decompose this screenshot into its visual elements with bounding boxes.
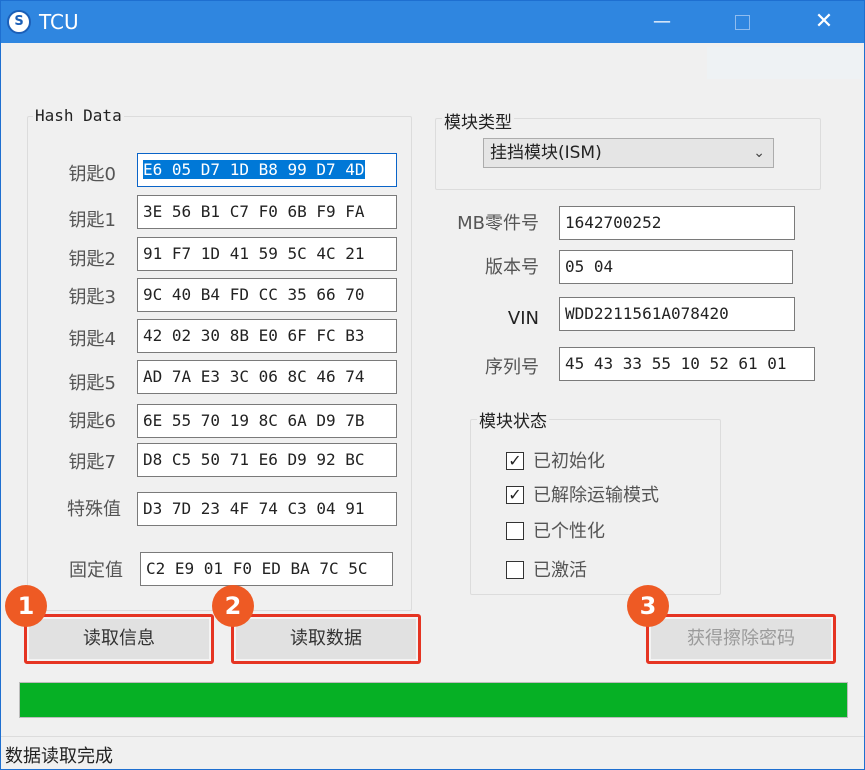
read-info-button[interactable]: 读取信息 [24, 614, 214, 664]
key3-field[interactable]: 9C 40 B4 FD CC 35 66 70 [137, 278, 397, 312]
maximize-button[interactable] [719, 1, 765, 43]
vin-field[interactable]: WDD2211561A078420 [559, 297, 795, 331]
key2-label: 钥匙2 [68, 249, 116, 270]
activated-label: 已激活 [533, 560, 587, 581]
step-2-badge: 2 [212, 585, 254, 627]
key0-label: 钥匙0 [68, 164, 116, 185]
key1-label: 钥匙1 [68, 210, 116, 231]
key1-field[interactable]: 3E 56 B1 C7 F0 6B F9 FA [137, 195, 397, 229]
personalized-label: 已个性化 [533, 521, 605, 542]
activated-checkbox[interactable] [506, 561, 524, 579]
special-value-label: 特殊值 [67, 499, 121, 520]
window-title: TCU [39, 10, 79, 34]
initialized-label: 已初始化 [533, 451, 605, 472]
version-label: 版本号 [485, 257, 539, 278]
step-3-badge: 3 [627, 585, 669, 627]
module-status-title: 模块状态 [477, 407, 549, 432]
hash-data-title: Hash Data [33, 106, 124, 125]
progress-bar [19, 682, 848, 718]
serial-label: 序列号 [485, 357, 539, 378]
get-erase-password-button[interactable]: 获得擦除密码 [646, 614, 836, 664]
key7-label: 钥匙7 [68, 452, 116, 473]
app-window: S TCU — ✕ Hash Data 钥匙0 E6 05 D7 1D B8 9… [0, 0, 865, 770]
key2-field[interactable]: 91 F7 1D 41 59 5C 4C 21 [137, 237, 397, 271]
module-type-title: 模块类型 [442, 108, 514, 133]
status-bar: 数据读取完成 [1, 736, 864, 770]
key4-field[interactable]: 42 02 30 8B E0 6F FC B3 [137, 319, 397, 353]
transport-mode-checkbox[interactable]: ✓ [506, 486, 524, 504]
key4-label: 钥匙4 [68, 329, 116, 350]
key0-field[interactable]: E6 05 D7 1D B8 99 D7 4D [137, 153, 397, 187]
step-1-badge: 1 [5, 585, 47, 627]
watermark [707, 47, 861, 79]
read-data-button[interactable]: 读取数据 [231, 614, 421, 664]
key0-selected-text: E6 05 D7 1D B8 99 D7 4D [143, 160, 365, 179]
minimize-button[interactable]: — [639, 1, 685, 43]
close-button[interactable]: ✕ [801, 1, 847, 43]
key6-label: 钥匙6 [68, 411, 116, 432]
key7-field[interactable]: D8 C5 50 71 E6 D9 92 BC [137, 443, 397, 477]
key6-field[interactable]: 6E 55 70 19 8C 6A D9 7B [137, 404, 397, 438]
status-text: 数据读取完成 [5, 746, 113, 767]
app-logo-icon: S [7, 10, 31, 34]
fixed-value-label: 固定值 [69, 560, 123, 581]
key5-field[interactable]: AD 7A E3 3C 06 8C 46 74 [137, 360, 397, 394]
serial-field[interactable]: 45 43 33 55 10 52 61 01 [559, 347, 815, 381]
key5-label: 钥匙5 [68, 373, 116, 394]
mb-part-label: MB零件号 [457, 213, 539, 234]
version-field[interactable]: 05 04 [559, 250, 793, 284]
transport-mode-label: 已解除运输模式 [533, 485, 659, 506]
chevron-down-icon: ⌄ [753, 145, 765, 161]
title-bar[interactable]: S TCU — ✕ [1, 1, 864, 43]
initialized-checkbox[interactable]: ✓ [506, 452, 524, 470]
key3-label: 钥匙3 [68, 287, 116, 308]
module-type-selected: 挂挡模块(ISM) [490, 143, 602, 163]
mb-part-field[interactable]: 1642700252 [559, 206, 795, 240]
special-value-field[interactable]: D3 7D 23 4F 74 C3 04 91 [137, 492, 397, 526]
maximize-icon [735, 15, 750, 30]
progress-bar-fill [20, 683, 847, 717]
vin-label: VIN [507, 308, 539, 329]
module-type-select[interactable]: 挂挡模块(ISM) ⌄ [483, 138, 774, 168]
fixed-value-field[interactable]: C2 E9 01 F0 ED BA 7C 5C [140, 552, 393, 586]
personalized-checkbox[interactable] [506, 522, 524, 540]
